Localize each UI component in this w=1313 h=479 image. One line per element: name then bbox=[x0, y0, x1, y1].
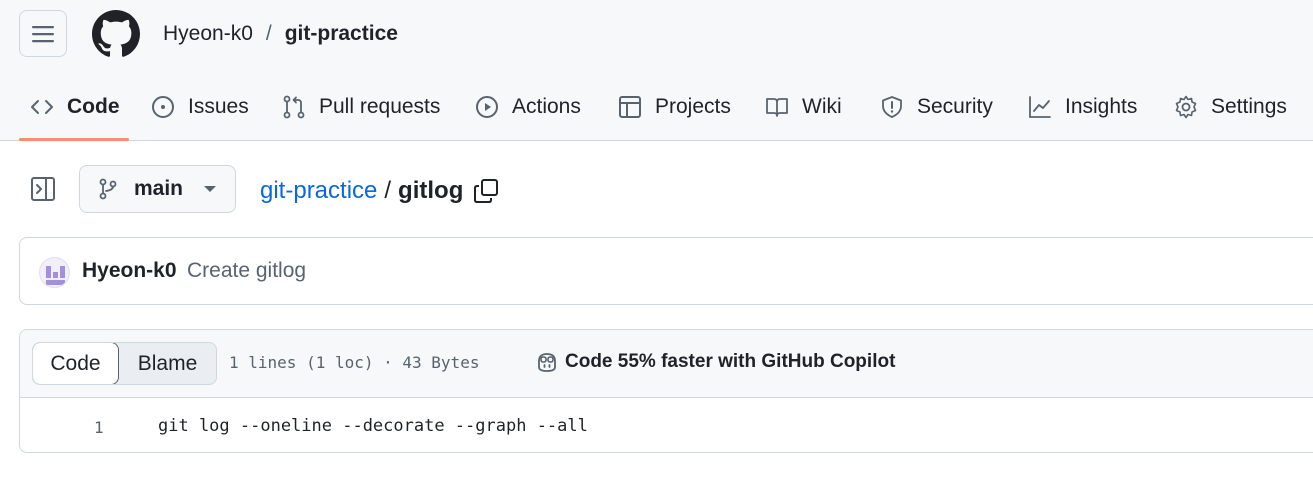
tab-issues[interactable]: Issues bbox=[151, 84, 249, 129]
tab-wiki-label: Wiki bbox=[802, 94, 842, 118]
github-logo-icon[interactable] bbox=[92, 10, 140, 58]
tab-issues-label: Issues bbox=[188, 94, 249, 118]
tab-settings[interactable]: Settings bbox=[1174, 84, 1287, 129]
line-number[interactable]: 1 bbox=[94, 418, 104, 437]
tab-actions[interactable]: Actions bbox=[475, 84, 581, 129]
book-icon bbox=[766, 97, 788, 117]
path-repo-link[interactable]: git-practice bbox=[260, 177, 377, 205]
tab-pull-requests-label: Pull requests bbox=[319, 94, 441, 118]
tab-settings-label: Settings bbox=[1211, 94, 1287, 118]
repo-link[interactable]: git-practice bbox=[285, 22, 398, 46]
tab-security-label: Security bbox=[917, 94, 993, 118]
file-info: 1 lines (1 loc) · 43 Bytes bbox=[229, 353, 480, 372]
line-content: git log --oneline --decorate --graph --a… bbox=[158, 416, 588, 436]
commit-message[interactable]: Create gitlog bbox=[187, 259, 306, 283]
tab-wiki[interactable]: Wiki bbox=[765, 84, 842, 129]
code-view-button[interactable]: Code bbox=[33, 343, 119, 384]
hamburger-menu-button[interactable] bbox=[19, 10, 67, 57]
copilot-promo-text: Code 55% faster with GitHub Copilot bbox=[565, 351, 896, 372]
tab-projects-label: Projects bbox=[655, 94, 731, 118]
code-viewer: Code Blame 1 lines (1 loc) · 43 Bytes Co… bbox=[19, 329, 1313, 453]
tab-code[interactable]: Code bbox=[30, 84, 120, 129]
copy-icon[interactable] bbox=[473, 178, 499, 204]
tab-code-label: Code bbox=[67, 94, 120, 118]
graph-icon bbox=[1029, 95, 1051, 118]
tab-projects[interactable]: Projects bbox=[618, 84, 731, 129]
tab-insights[interactable]: Insights bbox=[1028, 84, 1137, 129]
issue-opened-icon bbox=[152, 95, 174, 118]
latest-commit-box: Hyeon-k0 Create gitlog bbox=[19, 237, 1313, 305]
view-mode-toggle: Code Blame bbox=[32, 342, 217, 385]
code-icon bbox=[31, 99, 53, 114]
repo-breadcrumb: Hyeon-k0 / git-practice bbox=[163, 20, 398, 48]
gear-icon bbox=[1175, 95, 1197, 118]
owner-link[interactable]: Hyeon-k0 bbox=[163, 22, 253, 46]
tab-security[interactable]: Security bbox=[880, 84, 993, 129]
identicon-icon bbox=[46, 266, 65, 285]
repo-header: Hyeon-k0 / git-practice Code Issues Pull… bbox=[0, 0, 1313, 141]
selected-tab-underline bbox=[19, 138, 129, 141]
file-path-breadcrumb: git-practice / gitlog bbox=[260, 175, 499, 207]
file-name: gitlog bbox=[398, 177, 464, 204]
path-separator: / bbox=[384, 177, 392, 204]
copilot-promo-link[interactable]: Code 55% faster with GitHub Copilot bbox=[535, 350, 895, 374]
branch-name: main bbox=[134, 177, 184, 200]
git-pull-request-icon bbox=[283, 95, 305, 118]
repo-nav-tabs: Code Issues Pull requests Actions Projec… bbox=[0, 84, 1313, 141]
tab-pull-requests[interactable]: Pull requests bbox=[282, 84, 440, 129]
tab-actions-label: Actions bbox=[512, 94, 581, 118]
copilot-icon bbox=[538, 353, 556, 372]
tab-insights-label: Insights bbox=[1065, 94, 1138, 118]
breadcrumb-separator: / bbox=[265, 22, 272, 45]
blame-view-button[interactable]: Blame bbox=[119, 343, 216, 384]
code-line: 1 git log --oneline --decorate --graph -… bbox=[20, 398, 1313, 452]
shield-icon bbox=[882, 95, 902, 118]
commit-author[interactable]: Hyeon-k0 bbox=[82, 259, 177, 283]
branch-select-button[interactable]: main bbox=[79, 165, 236, 213]
sidebar-expand-icon[interactable] bbox=[29, 175, 57, 203]
table-icon bbox=[619, 95, 641, 118]
git-branch-icon bbox=[99, 178, 117, 200]
triangle-down-icon bbox=[204, 186, 217, 192]
code-viewer-header: Code Blame 1 lines (1 loc) · 43 Bytes Co… bbox=[20, 330, 1313, 398]
hamburger-icon bbox=[32, 25, 54, 42]
avatar[interactable] bbox=[39, 257, 70, 288]
play-icon bbox=[476, 95, 498, 118]
